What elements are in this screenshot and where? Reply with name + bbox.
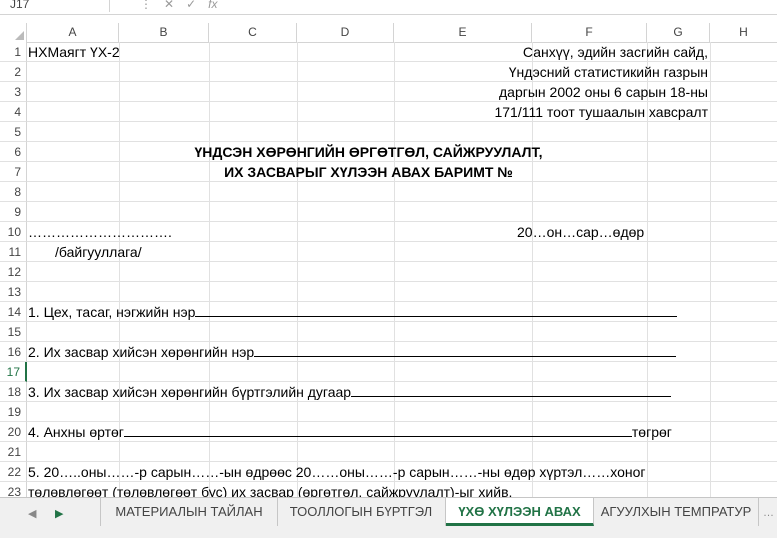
select-all-button[interactable] [0, 23, 27, 42]
cell-f4[interactable]: 171/111 тоот тушаалын хавсралт [494, 102, 708, 122]
row-header[interactable]: 2 [0, 62, 27, 82]
sheet-tab-inventory-register[interactable]: ТООЛЛОГЫН БҮРТГЭЛ [277, 498, 446, 526]
cell-e10-date[interactable]: 20…он…сар…өдөр [517, 222, 644, 242]
row-header[interactable]: 1 [0, 42, 27, 62]
cell-a22[interactable]: 5. 20…..оны……-р сарын……-ын өдрөөс 20……он… [28, 462, 646, 482]
row-header[interactable]: 3 [0, 82, 27, 102]
formula-bar: J17 ⋮✕✓fx [0, 0, 777, 15]
cell-f3[interactable]: даргын 2002 оны 6 сарын 18-ны [499, 82, 708, 102]
name-box[interactable]: J17 [0, 0, 110, 12]
underline-blank [123, 422, 632, 437]
underline-blank [254, 342, 677, 357]
row-header[interactable]: 22 [0, 462, 27, 482]
field-label-department: 1. Цех, тасаг, нэгжийн нэр [28, 304, 196, 320]
row-header[interactable]: 13 [0, 282, 27, 302]
column-header-c[interactable]: C [209, 23, 297, 42]
cancel-icon[interactable]: ✕ [164, 0, 186, 11]
row-header[interactable]: 7 [0, 162, 27, 182]
row-header[interactable]: 21 [0, 442, 27, 462]
cell-a23[interactable]: төлөвлөгөөт (төлөвлөгөөт бус) их засвар … [28, 482, 512, 497]
sheet-tab-material-report[interactable]: МАТЕРИАЛЫН ТАЙЛАН [100, 498, 278, 526]
cell-a16[interactable]: 2. Их засвар хийсэн хөрөнгийн нэр [28, 342, 677, 362]
row-header[interactable]: 8 [0, 182, 27, 202]
field-label-initial-cost: 4. Анхны өртөг [28, 424, 124, 440]
enter-icon[interactable]: ✓ [186, 0, 208, 11]
row-header[interactable]: 16 [0, 342, 27, 362]
row-header[interactable]: 10 [0, 222, 27, 242]
worksheet-grid[interactable]: НХМаягт ҮХ-2 Санхүү, эдийн засгийн сайд,… [27, 42, 777, 497]
cell-a20[interactable]: 4. Анхны өртөг төгрөг [28, 422, 672, 442]
document-title-line2[interactable]: ИХ ЗАСВАРЫГ ХҮЛЭЭН АВАХ БАРИМТ № [27, 162, 710, 182]
field-unit: төгрөг [631, 424, 672, 440]
document-title-line1[interactable]: ҮНДСЭН ХӨРӨНГИЙН ӨРГӨТГӨЛ, САЙЖРУУЛАЛТ, [27, 142, 710, 162]
cell-f2[interactable]: Үндэсний статистикийн газрын [509, 62, 708, 82]
function-icon[interactable]: fx [208, 0, 217, 11]
row-header[interactable]: 20 [0, 422, 27, 442]
column-header-f[interactable]: F [532, 23, 647, 42]
column-header-h[interactable]: H [710, 23, 777, 42]
more-tabs-icon[interactable]: … [763, 507, 774, 519]
cell-a10[interactable]: …………………………. [28, 222, 172, 242]
field-label-registration: 3. Их засвар хийсэн хөрөнгийн бүртгэлийн… [28, 384, 352, 400]
row-header[interactable]: 4 [0, 102, 27, 122]
column-header-b[interactable]: B [119, 23, 209, 42]
scroll-right-icon[interactable]: ▶ [55, 507, 63, 520]
row-header-active[interactable]: 17 [0, 362, 27, 382]
column-headers: A B C D E F G H [0, 23, 777, 43]
column-header-a[interactable]: A [27, 23, 119, 42]
row-header[interactable]: 5 [0, 122, 27, 142]
column-header-g[interactable]: G [647, 23, 710, 42]
dropdown-icon[interactable]: ⋮ [140, 0, 164, 11]
row-header[interactable]: 15 [0, 322, 27, 342]
row-header[interactable]: 11 [0, 242, 27, 262]
sheet-tab-asset-receipt[interactable]: ҮХӨ ХҮЛЭЭН АВАХ [446, 498, 594, 526]
formula-bar-buttons: ⋮✕✓fx [140, 0, 217, 11]
underline-blank [195, 302, 678, 317]
row-header[interactable]: 6 [0, 142, 27, 162]
underline-blank [351, 382, 672, 397]
column-header-e[interactable]: E [394, 23, 532, 42]
column-header-d[interactable]: D [297, 23, 394, 42]
row-header[interactable]: 14 [0, 302, 27, 322]
sheet-tab-warehouse-temperature[interactable]: АГУУЛХЫН ТЕМПРАТУР [594, 498, 759, 526]
cell-a18[interactable]: 3. Их засвар хийсэн хөрөнгийн бүртгэлийн… [28, 382, 672, 402]
cell-f1[interactable]: Санхүү, эдийн засгийн сайд, [523, 42, 708, 62]
cell-a11[interactable]: /байгууллага/ [55, 242, 142, 262]
sheet-tab-bar: ◀ ▶ МАТЕРИАЛЫН ТАЙЛАН ТООЛЛОГЫН БҮРТГЭЛ … [0, 497, 777, 538]
field-label-asset-name: 2. Их засвар хийсэн хөрөнгийн нэр [28, 344, 255, 360]
cell-a14[interactable]: 1. Цех, тасаг, нэгжийн нэр [28, 302, 678, 322]
row-header[interactable]: 19 [0, 402, 27, 422]
scroll-left-icon[interactable]: ◀ [28, 507, 36, 520]
row-headers: 1 2 3 4 5 6 7 8 9 10 11 12 13 14 15 16 1… [0, 42, 27, 502]
cell-a1[interactable]: НХМаягт ҮХ-2 [28, 42, 120, 62]
row-header[interactable]: 9 [0, 202, 27, 222]
row-header[interactable]: 12 [0, 262, 27, 282]
row-header[interactable]: 18 [0, 382, 27, 402]
